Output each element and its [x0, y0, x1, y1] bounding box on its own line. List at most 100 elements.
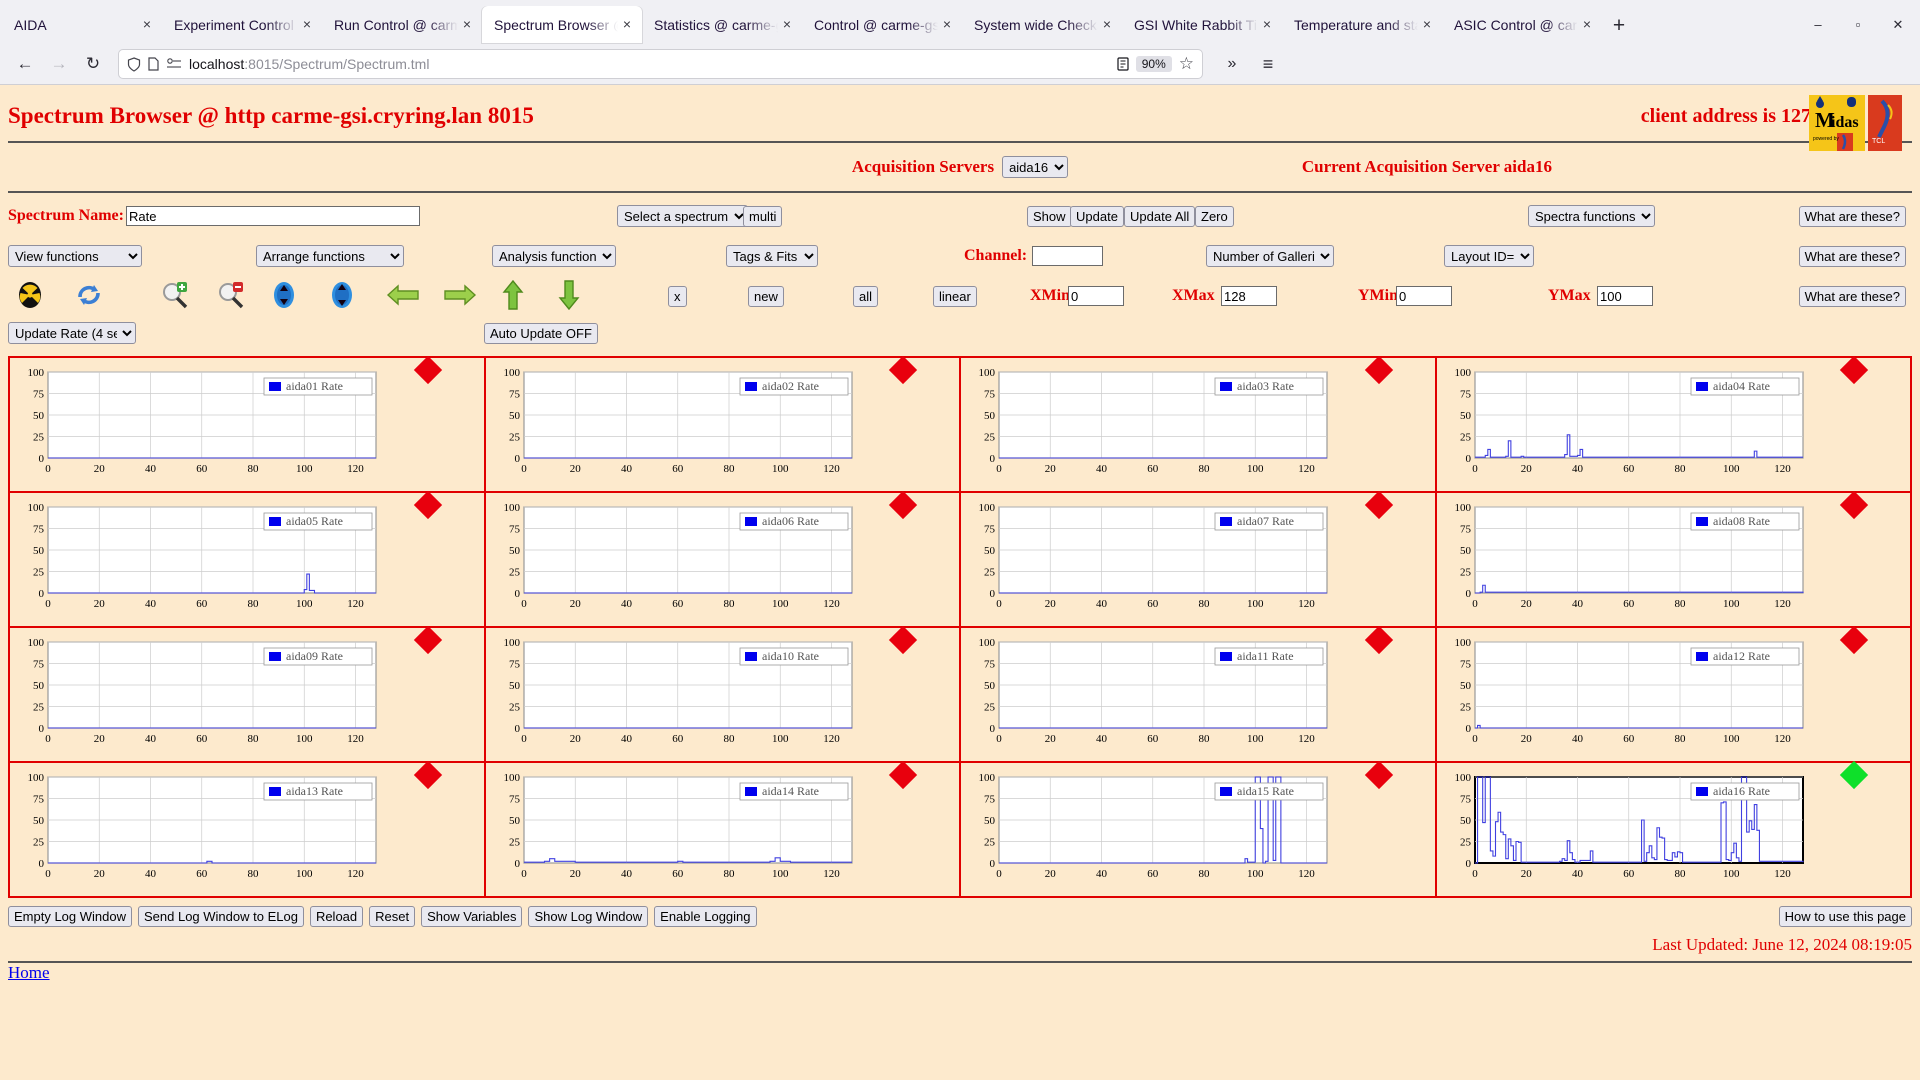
spectrum-panel-aida16[interactable]: 0 25 50 75 100 0 20 40 60 80 100 120 aida16 Rate: [1437, 760, 1911, 896]
spectrum-chart[interactable]: 0 25 50 75 100 0 20 40 60 80 100 120 aida08 Rate: [1439, 497, 1909, 624]
show-button[interactable]: Show: [1027, 205, 1072, 227]
zoom-level-indicator[interactable]: 90%: [1135, 56, 1172, 72]
spectrum-chart[interactable]: 0 25 50 75 100 0 20 40 60 80 100 120 aida05 Rate: [12, 497, 482, 624]
new-button[interactable]: new: [748, 285, 784, 307]
spectrum-panel-aida06[interactable]: 0 25 50 75 100 0 20 40 60 80 100 120 aida06 Rate: [486, 490, 961, 626]
update-rate-dropdown[interactable]: Update Rate (4 secs): [8, 322, 136, 344]
spectrum-chart[interactable]: 0 25 50 75 100 0 20 40 60 80 100 120 aida10 Rate: [488, 632, 958, 759]
show-variables-button[interactable]: Show Variables: [421, 906, 523, 927]
spectrum-chart[interactable]: 0 25 50 75 100 0 20 40 60 80 100 120 aida06 Rate: [488, 497, 958, 624]
spectrum-panel-aida02[interactable]: 0 25 50 75 100 0 20 40 60 80 100 120 aida02 Rate: [486, 355, 961, 491]
empty-log-window-button[interactable]: Empty Log Window: [8, 906, 132, 927]
tab-close-icon[interactable]: ×: [1258, 16, 1276, 34]
select-a-spectrum-dropdown[interactable]: Select a spectrum: [617, 205, 748, 227]
spectrum-panel-aida12[interactable]: 0 25 50 75 100 0 20 40 60 80 100 120 aida12 Rate: [1437, 625, 1911, 761]
spectrum-panel-aida03[interactable]: 0 25 50 75 100 0 20 40 60 80 100 120 aida03 Rate: [961, 355, 1437, 491]
back-button[interactable]: ←: [8, 49, 42, 79]
xmin-input[interactable]: [1068, 286, 1124, 306]
spectrum-panel-aida10[interactable]: 0 25 50 75 100 0 20 40 60 80 100 120 aida10 Rate: [486, 625, 961, 761]
spectrum-panel-aida07[interactable]: 0 25 50 75 100 0 20 40 60 80 100 120 aida07 Rate: [961, 490, 1437, 626]
tab-close-icon[interactable]: ×: [458, 16, 476, 34]
spectra-functions-dropdown[interactable]: Spectra functions: [1528, 205, 1655, 227]
browser-tab-9[interactable]: ASIC Control @ carme×: [1442, 6, 1602, 44]
what-are-these-button-2[interactable]: What are these?: [1798, 245, 1906, 267]
number-of-galleries-dropdown[interactable]: Number of Galleries: [1206, 245, 1334, 267]
tracking-protection-icon[interactable]: [166, 58, 182, 70]
tab-close-icon[interactable]: ×: [778, 16, 796, 34]
spectrum-panel-aida15[interactable]: 0 25 50 75 100 0 20 40 60 80 100 120 aida15 Rate: [961, 760, 1437, 896]
ymin-input[interactable]: [1396, 286, 1452, 306]
spectrum-panel-aida01[interactable]: 0 25 50 75 100 0 20 40 60 80 100 120 aida01 Rate: [10, 355, 486, 491]
spectrum-chart[interactable]: 0 25 50 75 100 0 20 40 60 80 100 120 aida03 Rate: [963, 362, 1433, 489]
zoom-in-icon[interactable]: [160, 281, 190, 312]
bookmark-star-icon[interactable]: ☆: [1179, 54, 1194, 74]
what-are-these-button-1[interactable]: What are these?: [1798, 205, 1906, 227]
overflow-menu-button[interactable]: »: [1215, 49, 1249, 79]
acquisition-server-select[interactable]: aida16: [1002, 156, 1069, 178]
spectrum-panel-aida09[interactable]: 0 25 50 75 100 0 20 40 60 80 100 120 aida09 Rate: [10, 625, 486, 761]
radiation-icon[interactable]: [16, 281, 44, 312]
home-link[interactable]: Home: [8, 953, 50, 982]
url-text[interactable]: localhost:8015/Spectrum/Spectrum.tml: [189, 56, 1110, 72]
window-close-button[interactable]: ✕: [1878, 6, 1918, 44]
arrow-right-icon[interactable]: [443, 283, 477, 310]
compress-vertical-icon[interactable]: [272, 281, 296, 312]
reload-button[interactable]: Reload: [309, 906, 364, 927]
arrow-down-icon[interactable]: [557, 279, 581, 314]
spectrum-chart[interactable]: 0 25 50 75 100 0 20 40 60 80 100 120 aida16 Rate: [1439, 767, 1909, 894]
browser-tab-7[interactable]: GSI White Rabbit Tim ×: [1122, 6, 1282, 44]
spectrum-panel-aida13[interactable]: 0 25 50 75 100 0 20 40 60 80 100 120 aida13 Rate: [10, 760, 486, 896]
spectrum-chart[interactable]: 0 25 50 75 100 0 20 40 60 80 100 120 aida14 Rate: [488, 767, 958, 894]
x-button[interactable]: x: [668, 285, 687, 307]
how-to-use-this-page-button[interactable]: How to use this page: [1778, 906, 1912, 927]
browser-tab-8[interactable]: Temperature and stat ×: [1282, 6, 1442, 44]
browser-tab-6[interactable]: System wide Checks (×: [962, 6, 1122, 44]
app-menu-button[interactable]: ≡: [1251, 49, 1285, 79]
spectrum-chart[interactable]: 0 25 50 75 100 0 20 40 60 80 100 120 aida13 Rate: [12, 767, 482, 894]
browser-tab-3[interactable]: Spectrum Browser @ ×: [482, 6, 642, 44]
spectrum-chart[interactable]: 0 25 50 75 100 0 20 40 60 80 100 120 aida12 Rate: [1439, 632, 1909, 759]
tab-close-icon[interactable]: ×: [1418, 16, 1436, 34]
reset-button[interactable]: Reset: [369, 906, 416, 927]
update-all-button[interactable]: Update All: [1124, 205, 1196, 227]
browser-tab-4[interactable]: Statistics @ carme-gsi×: [642, 6, 802, 44]
tab-close-icon[interactable]: ×: [298, 16, 316, 34]
page-icon[interactable]: [148, 57, 159, 71]
zero-button[interactable]: Zero: [1195, 205, 1234, 227]
arrow-left-icon[interactable]: [386, 283, 420, 310]
xmax-input[interactable]: [1221, 286, 1277, 306]
expand-vertical-icon[interactable]: [330, 281, 354, 312]
spectrum-panel-aida08[interactable]: 0 25 50 75 100 0 20 40 60 80 100 120 aida08 Rate: [1437, 490, 1911, 626]
spectrum-chart[interactable]: 0 25 50 75 100 0 20 40 60 80 100 120 aida01 Rate: [12, 362, 482, 489]
spectrum-chart[interactable]: 0 25 50 75 100 0 20 40 60 80 100 120 aida15 Rate: [963, 767, 1433, 894]
enable-logging-button[interactable]: Enable Logging: [654, 906, 757, 927]
browser-tab-2[interactable]: Run Control @ carme ×: [322, 6, 482, 44]
tags-and-fits-dropdown[interactable]: Tags & Fits: [726, 245, 818, 267]
spectrum-panel-aida11[interactable]: 0 25 50 75 100 0 20 40 60 80 100 120 aida11 Rate: [961, 625, 1437, 761]
layout-id-dropdown[interactable]: Layout ID=1: [1444, 245, 1534, 267]
spectrum-chart[interactable]: 0 25 50 75 100 0 20 40 60 80 100 120 aida02 Rate: [488, 362, 958, 489]
browser-tab-1[interactable]: Experiment Control @×: [162, 6, 322, 44]
window-maximize-button[interactable]: ▫: [1838, 6, 1878, 44]
tab-close-icon[interactable]: ×: [1578, 16, 1596, 34]
linear-button[interactable]: linear: [933, 285, 977, 307]
tab-close-icon[interactable]: ×: [1098, 16, 1116, 34]
url-bar[interactable]: localhost:8015/Spectrum/Spectrum.tml 90%…: [118, 49, 1203, 79]
browser-tab-5[interactable]: Control @ carme-gsi ×: [802, 6, 962, 44]
forward-button[interactable]: →: [42, 49, 76, 79]
new-tab-button[interactable]: +: [1602, 10, 1636, 44]
arrange-functions-dropdown[interactable]: Arrange functions: [256, 245, 404, 267]
update-button[interactable]: Update: [1070, 205, 1124, 227]
channel-input[interactable]: [1032, 246, 1103, 266]
window-minimize-button[interactable]: –: [1798, 6, 1838, 44]
spectrum-panel-aida05[interactable]: 0 25 50 75 100 0 20 40 60 80 100 120 aida05 Rate: [10, 490, 486, 626]
all-button[interactable]: all: [853, 285, 879, 307]
spectrum-panel-aida14[interactable]: 0 25 50 75 100 0 20 40 60 80 100 120 aida14 Rate: [486, 760, 961, 896]
tab-close-icon[interactable]: ×: [938, 16, 956, 34]
what-are-these-button-3[interactable]: What are these?: [1798, 285, 1906, 307]
zoom-out-icon[interactable]: [216, 281, 246, 312]
refresh-icon[interactable]: [74, 281, 104, 312]
tab-close-icon[interactable]: ×: [138, 16, 156, 34]
show-log-window-button[interactable]: Show Log Window: [528, 906, 649, 927]
reload-button[interactable]: ↻: [76, 49, 110, 79]
